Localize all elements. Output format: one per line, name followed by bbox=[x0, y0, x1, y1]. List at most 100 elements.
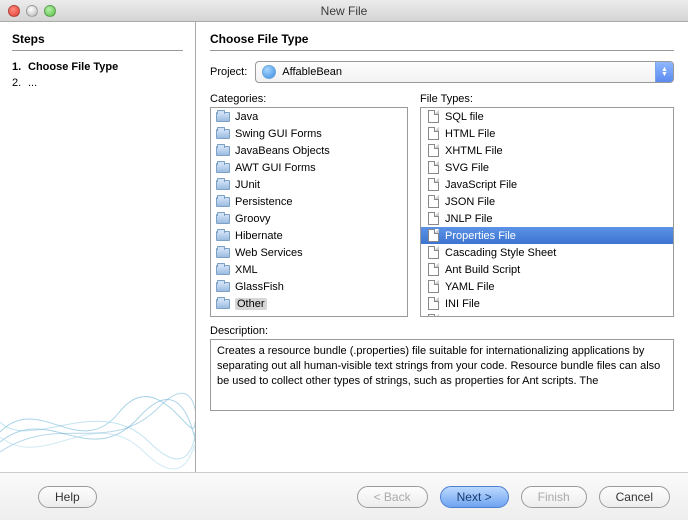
filetype-item[interactable]: Cascading Style Sheet bbox=[421, 244, 673, 261]
description-label: Description: bbox=[210, 325, 674, 337]
filetypes-listbox[interactable]: SQL file HTML File XHTML File SVG File JavaS… bbox=[420, 107, 674, 317]
category-item[interactable]: AWT GUI Forms bbox=[211, 159, 407, 176]
folder-icon bbox=[215, 144, 231, 158]
filetype-label: XHTML File bbox=[445, 145, 503, 157]
folder-icon bbox=[215, 229, 231, 243]
filetype-label: Cascading Style Sheet bbox=[445, 247, 556, 259]
file-icon bbox=[425, 280, 441, 294]
file-icon bbox=[425, 263, 441, 277]
combobox-arrows-icon: ▲▼ bbox=[655, 62, 673, 82]
filetypes-label: File Types: bbox=[420, 93, 674, 105]
folder-icon bbox=[215, 246, 231, 260]
file-icon bbox=[425, 127, 441, 141]
category-item[interactable]: Groovy bbox=[211, 210, 407, 227]
filetype-label: JavaScript File bbox=[445, 179, 517, 191]
filetype-label: HTML File bbox=[445, 128, 495, 140]
category-item[interactable]: Swing GUI Forms bbox=[211, 125, 407, 142]
category-label: GlassFish bbox=[235, 281, 284, 293]
category-label: AWT GUI Forms bbox=[235, 162, 316, 174]
categories-label: Categories: bbox=[210, 93, 408, 105]
project-combobox[interactable]: AffableBean ▲▼ bbox=[255, 61, 674, 83]
category-item[interactable]: JavaBeans Objects bbox=[211, 142, 407, 159]
step-2: 2.... bbox=[12, 75, 183, 91]
globe-icon bbox=[262, 65, 276, 79]
titlebar: New File bbox=[0, 0, 688, 22]
filetype-label: Ant Build Script bbox=[445, 264, 520, 276]
file-icon bbox=[425, 297, 441, 311]
finish-button[interactable]: Finish bbox=[521, 486, 587, 508]
filetype-label: SVG File bbox=[445, 162, 489, 174]
minimize-window-button[interactable] bbox=[26, 5, 38, 17]
help-button[interactable]: Help bbox=[38, 486, 97, 508]
description-box[interactable]: Creates a resource bundle (.properties) … bbox=[210, 339, 674, 411]
category-label: Persistence bbox=[235, 196, 292, 208]
folder-icon bbox=[215, 280, 231, 294]
filetype-item[interactable]: YAML File bbox=[421, 278, 673, 295]
category-label: Hibernate bbox=[235, 230, 283, 242]
category-item[interactable]: GlassFish bbox=[211, 278, 407, 295]
filetype-item[interactable]: JSON File bbox=[421, 193, 673, 210]
file-icon bbox=[425, 110, 441, 124]
project-label: Project: bbox=[210, 66, 247, 78]
category-item[interactable]: XML bbox=[211, 261, 407, 278]
category-label: JUnit bbox=[235, 179, 260, 191]
category-item[interactable]: Web Services bbox=[211, 244, 407, 261]
button-bar: Help < Back Next > Finish Cancel bbox=[0, 472, 688, 520]
window-title: New File bbox=[0, 4, 688, 18]
decorative-waves bbox=[0, 362, 195, 472]
filetype-label: Properties File bbox=[445, 230, 516, 242]
category-label: Groovy bbox=[235, 213, 270, 225]
category-label: XML bbox=[235, 264, 258, 276]
category-label: Swing GUI Forms bbox=[235, 128, 322, 140]
category-item[interactable]: Java bbox=[211, 108, 407, 125]
description-text: Creates a resource bundle (.properties) … bbox=[217, 345, 660, 387]
project-value: AffableBean bbox=[282, 66, 342, 78]
categories-listbox[interactable]: Java Swing GUI Forms JavaBeans Objects AWT … bbox=[210, 107, 408, 317]
category-label: Web Services bbox=[235, 247, 303, 259]
category-label: JavaBeans Objects bbox=[235, 145, 330, 157]
filetype-item[interactable]: Ant Build Script bbox=[421, 261, 673, 278]
steps-heading: Steps bbox=[12, 32, 183, 51]
filetype-label: INI File bbox=[445, 298, 480, 310]
filetype-item[interactable]: INI File bbox=[421, 295, 673, 312]
category-item[interactable]: Hibernate bbox=[211, 227, 407, 244]
step-1: 1.Choose File Type bbox=[12, 59, 183, 75]
folder-icon bbox=[215, 178, 231, 192]
filetype-item[interactable]: JavaScript File bbox=[421, 176, 673, 193]
file-icon bbox=[425, 229, 441, 243]
folder-icon bbox=[215, 263, 231, 277]
filetype-label: YAML File bbox=[445, 281, 495, 293]
folder-icon bbox=[215, 161, 231, 175]
category-item[interactable]: Persistence bbox=[211, 193, 407, 210]
category-item[interactable]: JUnit bbox=[211, 176, 407, 193]
category-item[interactable]: Other bbox=[211, 295, 407, 312]
filetype-item[interactable]: HTML File bbox=[421, 125, 673, 142]
zoom-window-button[interactable] bbox=[44, 5, 56, 17]
filetype-item[interactable]: Properties File bbox=[421, 227, 673, 244]
file-icon bbox=[425, 314, 441, 317]
window-controls bbox=[8, 5, 56, 17]
folder-icon bbox=[215, 212, 231, 226]
filetype-item[interactable]: Custom Ant Task bbox=[421, 312, 673, 316]
project-row: Project: AffableBean ▲▼ bbox=[210, 61, 674, 83]
main-heading: Choose File Type bbox=[210, 32, 674, 51]
filetype-label: JSON File bbox=[445, 196, 495, 208]
folder-icon bbox=[215, 127, 231, 141]
filetype-item[interactable]: JNLP File bbox=[421, 210, 673, 227]
file-icon bbox=[425, 212, 441, 226]
steps-sidebar: Steps 1.Choose File Type 2.... bbox=[0, 22, 196, 472]
filetype-label: JNLP File bbox=[445, 213, 492, 225]
steps-list: 1.Choose File Type 2.... bbox=[12, 59, 183, 91]
file-icon bbox=[425, 144, 441, 158]
back-button[interactable]: < Back bbox=[357, 486, 428, 508]
cancel-button[interactable]: Cancel bbox=[599, 486, 670, 508]
main-panel: Choose File Type Project: AffableBean ▲▼… bbox=[196, 22, 688, 472]
file-icon bbox=[425, 246, 441, 260]
folder-icon bbox=[215, 297, 231, 311]
close-window-button[interactable] bbox=[8, 5, 20, 17]
next-button[interactable]: Next > bbox=[440, 486, 509, 508]
folder-icon bbox=[215, 195, 231, 209]
filetype-item[interactable]: SVG File bbox=[421, 159, 673, 176]
filetype-item[interactable]: SQL file bbox=[421, 108, 673, 125]
filetype-item[interactable]: XHTML File bbox=[421, 142, 673, 159]
